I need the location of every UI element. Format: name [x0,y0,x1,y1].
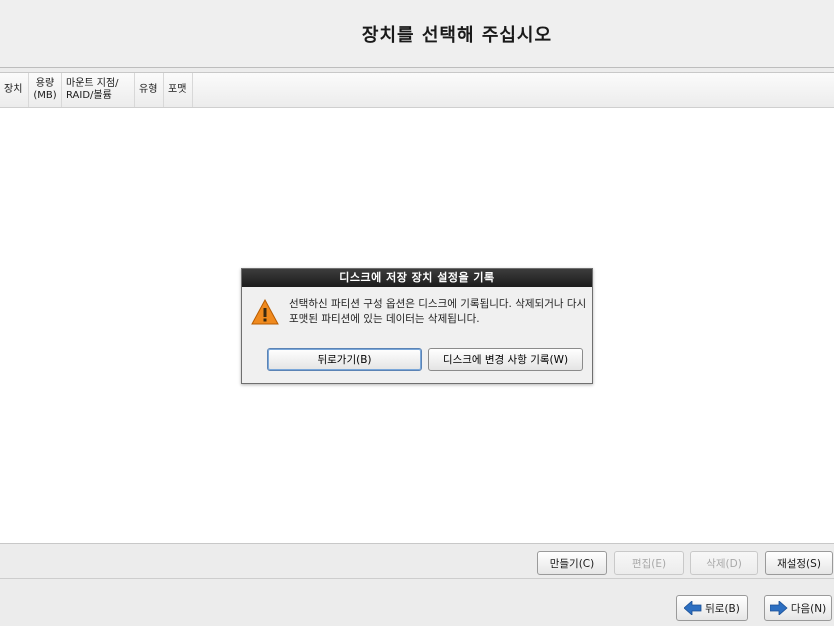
header-bar: 장치를 선택해 주십시오 [0,0,834,68]
dialog-message: 선택하신 파티션 구성 옵션은 디스크에 기록됩니다. 삭제되거나 다시 포맷된… [289,298,587,325]
col-header-size[interactable]: 용량 (MB) [29,73,62,107]
dialog-title: 디스크에 저장 장치 설정을 기록 [242,269,592,287]
write-changes-dialog: 디스크에 저장 장치 설정을 기록 선택하신 파티션 구성 옵션은 디스크에 기… [241,268,593,384]
arrow-left-icon [684,601,702,615]
warning-icon [251,299,279,325]
col-label: (MB) [33,90,57,101]
delete-button[interactable]: 삭제(D) [690,551,758,575]
col-header-format[interactable]: 포맷 [164,73,193,107]
arrow-right-icon [769,601,788,615]
create-button[interactable]: 만들기(C) [537,551,607,575]
back-button[interactable]: 뒤로(B) [676,595,748,621]
go-back-button[interactable]: 뒤로가기(B) [267,348,422,371]
reset-button[interactable]: 재설정(S) [765,551,833,575]
table-header: 장치 용량 (MB) 마운트 지점/ RAID/볼륨 유형 포맷 [0,73,834,108]
edit-button[interactable]: 편집(E) [614,551,684,575]
action-bar: 만들기(C) 편집(E) 삭제(D) 재설정(S) [0,544,834,578]
col-label: 마운트 지점/ [66,78,119,89]
page-title: 장치를 선택해 주십시오 [361,24,553,46]
next-button-label: 다음(N) [790,602,827,615]
col-header-mount[interactable]: 마운트 지점/ RAID/볼륨 [62,73,135,107]
col-label: 용량 [35,78,55,89]
back-button-label: 뒤로(B) [705,602,740,615]
col-label: RAID/볼륨 [66,90,112,101]
col-header-filler [193,73,834,107]
col-label: 장치 [4,84,23,95]
col-header-device[interactable]: 장치 [0,73,29,107]
col-header-type[interactable]: 유형 [135,73,164,107]
next-button[interactable]: 다음(N) [764,595,832,621]
nav-bar: 뒤로(B) 다음(N) [0,578,834,626]
col-label: 유형 [139,84,158,95]
write-changes-button[interactable]: 디스크에 변경 사항 기록(W) [428,348,583,371]
col-label: 포맷 [168,84,187,95]
